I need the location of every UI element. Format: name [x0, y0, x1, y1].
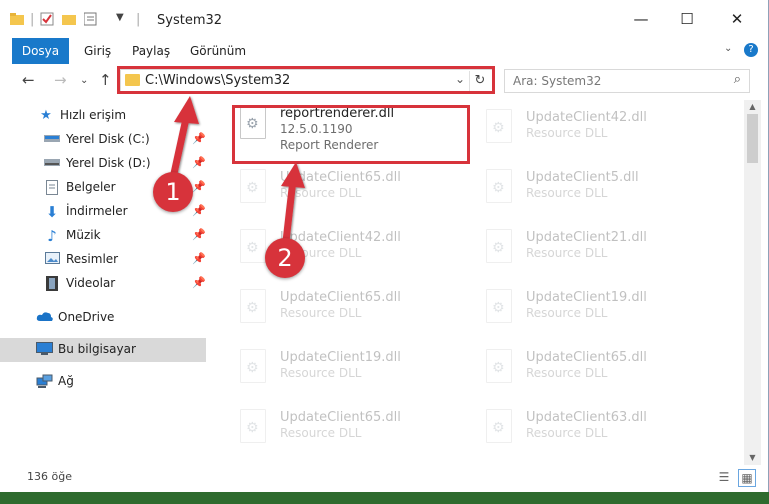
step-1-badge: 1	[153, 172, 193, 212]
arrow-2	[281, 162, 305, 254]
step-2-badge: 2	[265, 238, 305, 278]
annotation-arrows	[169, 96, 305, 254]
arrow-1	[169, 96, 199, 182]
